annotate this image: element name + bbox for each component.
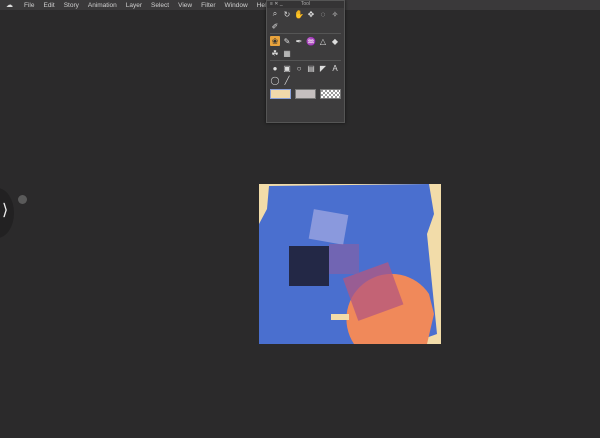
fill-tool-icon[interactable]: ♒ xyxy=(306,36,316,46)
rotate-tool-icon[interactable]: ↻ xyxy=(282,9,292,19)
lavender-square xyxy=(308,209,349,245)
pen-tool-icon[interactable]: ✒ xyxy=(294,36,304,46)
tool-row-3: ● ▣ ○ ▤ ◤ A ◯ ╱ xyxy=(267,62,344,86)
eraser-tool-icon[interactable]: ◆ xyxy=(330,36,340,46)
drawing-canvas[interactable] xyxy=(259,184,441,344)
divider xyxy=(270,60,341,61)
pencil-tool-icon[interactable]: ✎ xyxy=(282,36,292,46)
cream-stroke xyxy=(331,314,349,320)
menu-window[interactable]: Window xyxy=(225,2,248,9)
palette-window-controls[interactable]: ≡ ✕ _ xyxy=(270,1,283,7)
brush-cursor-icon xyxy=(18,195,27,204)
ellipse-tool-icon[interactable]: ○ xyxy=(294,63,304,73)
menu-view[interactable]: View xyxy=(178,2,192,9)
side-panel-toggle[interactable]: ⟩ xyxy=(0,188,14,238)
menu-select[interactable]: Select xyxy=(151,2,169,9)
grid-tool-icon[interactable]: ▦ xyxy=(282,48,292,58)
balloon-tool-icon[interactable]: ◯ xyxy=(270,75,280,85)
tool-row-1: ⌕ ↻ ✋ ✥ ◌ ✧ ✐ xyxy=(267,8,344,32)
zoom-tool-icon[interactable]: ⌕ xyxy=(270,9,280,19)
move-tool-icon[interactable]: ✥ xyxy=(306,9,316,19)
tool-row-2: ❀ ✎ ✒ ♒ △ ◆ ☘ ▦ xyxy=(267,35,344,59)
line-tool-icon[interactable]: ╱ xyxy=(282,75,292,85)
menu-filter[interactable]: Filter xyxy=(201,2,215,9)
brush-tool-icon[interactable]: ❀ xyxy=(270,36,280,46)
purple-stroke xyxy=(329,244,359,274)
main-color-swatch[interactable] xyxy=(270,89,291,99)
divider xyxy=(270,33,341,34)
menu-file[interactable]: File xyxy=(24,2,34,9)
menu-layer[interactable]: Layer xyxy=(126,2,142,9)
text-tool-icon[interactable]: A xyxy=(330,63,340,73)
gradient-tool-icon[interactable]: ▣ xyxy=(282,63,292,73)
lasso-tool-icon[interactable]: ◌ xyxy=(318,9,328,19)
ruler-tool-icon[interactable]: ◤ xyxy=(318,63,328,73)
tool-palette: ≡ ✕ _ Tool ⌕ ↻ ✋ ✥ ◌ ✧ ✐ ❀ ✎ ✒ ♒ △ ◆ ☘ ▦… xyxy=(266,0,345,123)
transparent-color-swatch[interactable] xyxy=(320,89,341,99)
menu-story[interactable]: Story xyxy=(64,2,79,9)
dark-square xyxy=(289,246,329,286)
menu-animation[interactable]: Animation xyxy=(88,2,117,9)
color-swatches xyxy=(267,86,344,102)
sub-color-swatch[interactable] xyxy=(295,89,316,99)
eyedropper-tool-icon[interactable]: ✐ xyxy=(270,21,280,31)
chevron-right-icon: ⟩ xyxy=(2,202,9,219)
hand-tool-icon[interactable]: ✋ xyxy=(294,9,304,19)
shape-fill-tool-icon[interactable]: △ xyxy=(318,36,328,46)
airbrush-tool-icon[interactable]: ● xyxy=(270,63,280,73)
app-logo-icon[interactable]: ☁ xyxy=(6,1,16,9)
frame-tool-icon[interactable]: ▤ xyxy=(306,63,316,73)
magic-wand-tool-icon[interactable]: ✧ xyxy=(330,9,340,19)
palette-titlebar[interactable]: ≡ ✕ _ Tool xyxy=(267,1,344,8)
blend-tool-icon[interactable]: ☘ xyxy=(270,48,280,58)
menu-edit[interactable]: Edit xyxy=(43,2,54,9)
palette-title: Tool xyxy=(300,1,311,7)
